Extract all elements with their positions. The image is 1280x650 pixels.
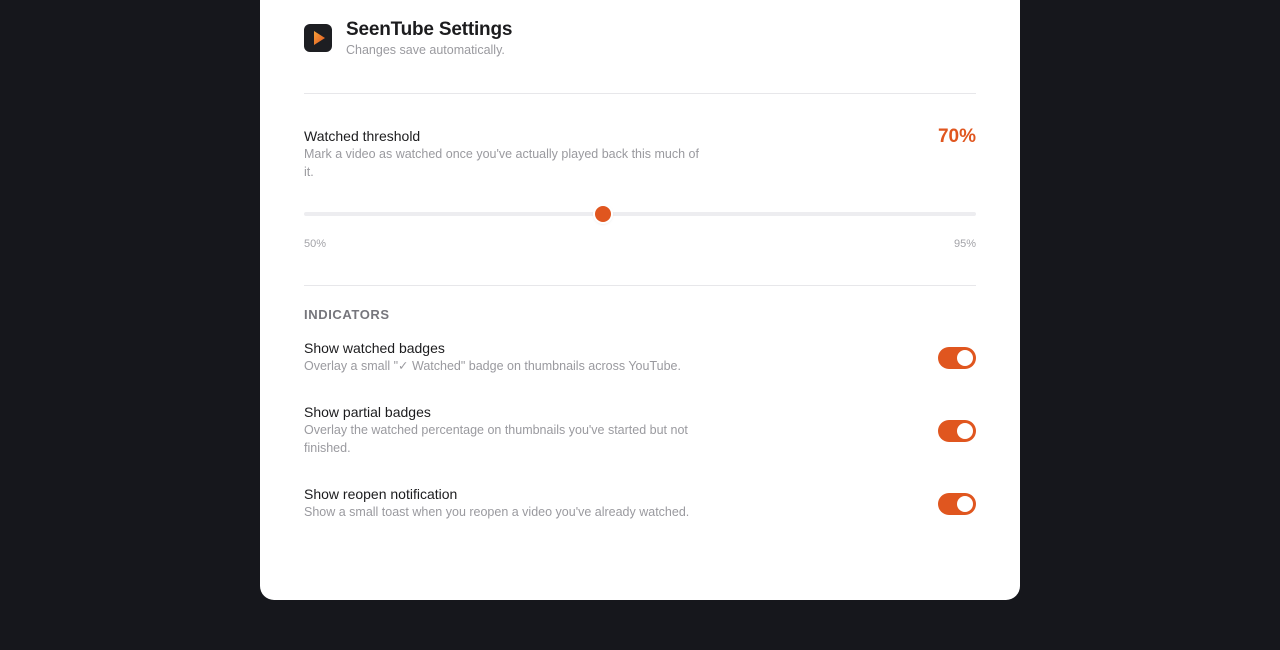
play-icon [304, 24, 332, 52]
toggle-knob [957, 423, 973, 439]
partial-badges-toggle[interactable] [938, 420, 976, 442]
threshold-value: 70% [937, 126, 976, 147]
settings-panel: SeenTube Settings Changes save automatic… [260, 0, 1020, 600]
reopen-notification-toggle[interactable] [938, 493, 976, 515]
watched-badges-toggle[interactable] [938, 347, 976, 369]
watched-badges-label: Show watched badges [304, 340, 445, 356]
toggle-knob [957, 350, 973, 366]
watched-badges-description: Overlay a small "✓ Watched" badge on thu… [304, 359, 681, 373]
divider [304, 93, 976, 94]
partial-badges-label: Show partial badges [304, 404, 431, 420]
slider-min-label: 50% [304, 238, 327, 250]
page-title: SeenTube Settings [346, 19, 513, 40]
threshold-description: Mark a video as watched once you've actu… [304, 147, 699, 179]
threshold-slider-thumb[interactable] [594, 206, 611, 222]
reopen-notification-label: Show reopen notification [304, 486, 458, 502]
settings-header: SeenTube Settings Changes save automatic… [304, 19, 976, 59]
threshold-label: Watched threshold [304, 128, 421, 144]
divider [304, 285, 976, 286]
reopen-notification-description: Show a small toast when you reopen a vid… [304, 505, 690, 519]
page-subtitle: Changes save automatically. [346, 43, 505, 57]
section-heading-indicators: INDICATORS [304, 307, 390, 322]
toggle-knob [957, 496, 973, 512]
threshold-slider-track[interactable] [304, 212, 976, 216]
slider-max-label: 95% [953, 238, 976, 250]
partial-badges-description: Overlay the watched percentage on thumbn… [304, 423, 688, 455]
